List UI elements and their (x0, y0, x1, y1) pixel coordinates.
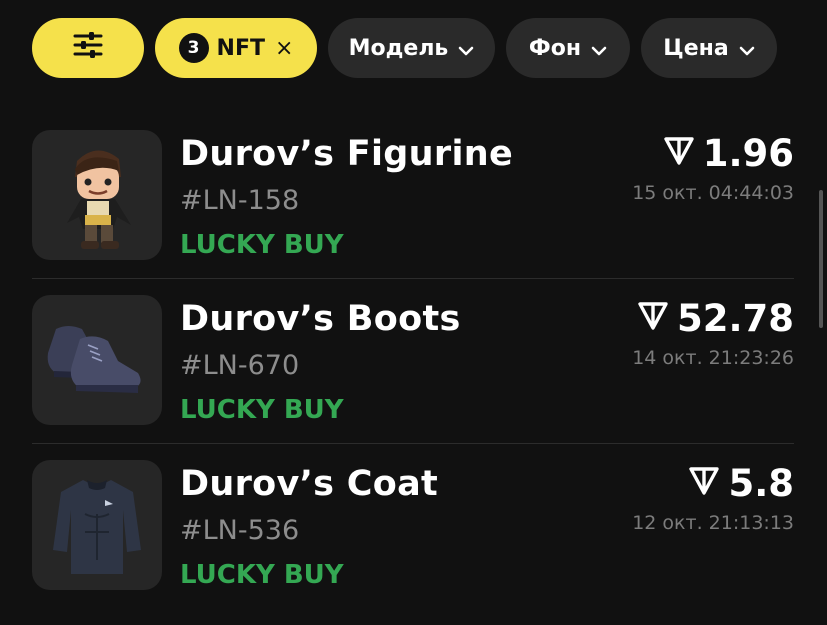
price-filter-dropdown[interactable]: Цена (641, 18, 777, 78)
item-price-value: 52.78 (676, 297, 794, 340)
item-price: 5.8 (688, 462, 794, 505)
lucky-buy-badge: LUCKY BUY (180, 230, 344, 260)
item-price-value: 5.8 (728, 462, 794, 505)
item-name: Durov’s Boots (180, 299, 461, 339)
boots-image (32, 295, 162, 425)
chevron-down-icon (591, 40, 607, 56)
filter-settings-button[interactable] (32, 18, 144, 78)
nft-filter-label: NFT (216, 35, 265, 61)
list-item[interactable]: Durov’s Boots #LN-670 LUCKY BUY 52.78 14… (32, 295, 794, 460)
lucky-buy-badge: LUCKY BUY (180, 395, 344, 425)
item-number: #LN-670 (180, 350, 300, 381)
item-name: Durov’s Coat (180, 464, 439, 504)
item-number: #LN-158 (180, 185, 300, 216)
price-filter-label: Цена (663, 35, 729, 61)
model-filter-dropdown[interactable]: Модель (328, 18, 495, 78)
list-item[interactable]: Durov’s Figurine #LN-158 LUCKY BUY 1.96 … (32, 130, 794, 295)
scrollbar[interactable] (819, 190, 823, 328)
figurine-image (32, 130, 162, 260)
item-name: Durov’s Figurine (180, 134, 513, 174)
item-date: 12 окт. 21:13:13 (632, 512, 794, 534)
item-price-value: 1.96 (702, 132, 794, 175)
item-price: 52.78 (637, 297, 794, 340)
list-item[interactable]: Durov’s Coat #LN-536 LUCKY BUY 5.8 12 ок… (32, 460, 794, 625)
background-filter-label: Фон (528, 35, 582, 61)
divider (32, 278, 794, 279)
nft-filter-chip[interactable]: 3 NFT × (155, 18, 317, 78)
lucky-buy-badge: LUCKY BUY (180, 560, 344, 590)
ton-icon (637, 297, 677, 340)
ton-icon (663, 132, 703, 175)
nft-count-badge: 3 (178, 33, 209, 63)
close-icon[interactable]: × (275, 36, 293, 61)
model-filter-label: Модель (348, 35, 449, 61)
divider (32, 443, 794, 444)
item-date: 14 окт. 21:23:26 (632, 347, 794, 369)
item-date: 15 окт. 04:44:03 (632, 182, 794, 204)
background-filter-dropdown[interactable]: Фон (506, 18, 630, 78)
coat-image (32, 460, 162, 590)
chevron-down-icon (458, 40, 474, 56)
item-number: #LN-536 (180, 515, 300, 546)
chevron-down-icon (739, 40, 755, 56)
item-price: 1.96 (663, 132, 794, 175)
sliders-icon (73, 32, 103, 64)
ton-icon (688, 462, 728, 505)
